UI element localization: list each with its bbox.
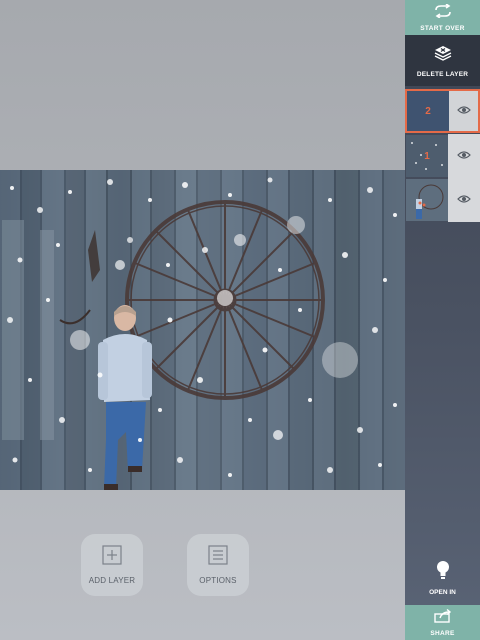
canvas-area[interactable]: ADD LAYER OPTIONS <box>0 0 405 640</box>
lightbulb-icon <box>436 560 450 585</box>
start-over-button[interactable]: START OVER <box>405 0 480 35</box>
layer-thumbnail-image <box>406 179 448 221</box>
layer-number: 1 <box>424 150 430 162</box>
layer-photo[interactable] <box>0 170 405 490</box>
layers-x-icon <box>433 44 453 67</box>
eye-icon <box>457 147 471 165</box>
open-in-button[interactable]: OPEN IN <box>405 555 480 600</box>
layer-thumbnail[interactable] <box>406 179 448 221</box>
share-arrow-icon <box>433 608 452 628</box>
eye-icon <box>456 102 471 120</box>
list-lines-icon <box>208 545 228 570</box>
barn-photo-image <box>0 170 405 490</box>
delete-layer-button[interactable]: DELETE LAYER <box>405 35 480 86</box>
layer-row-1[interactable]: 1 <box>405 134 480 178</box>
refresh-arrows-icon <box>432 2 454 23</box>
share-button[interactable]: SHARE <box>405 605 480 640</box>
open-in-label: OPEN IN <box>429 588 456 596</box>
share-label: SHARE <box>430 629 455 637</box>
layer-visibility-toggle[interactable] <box>448 178 480 222</box>
add-layer-button[interactable]: ADD LAYER <box>81 534 143 596</box>
layer-thumbnail[interactable]: 1 <box>406 135 448 177</box>
plus-square-icon <box>102 545 122 570</box>
layer-row-base[interactable] <box>405 178 480 222</box>
add-layer-label: ADD LAYER <box>88 576 136 585</box>
layer-visibility-toggle[interactable] <box>448 134 480 178</box>
layer-number: 2 <box>425 105 431 117</box>
options-label: OPTIONS <box>199 576 237 585</box>
sidebar: START OVER DELETE LAYER 2 1 OPEN IN SHAR… <box>405 0 480 640</box>
layer-visibility-toggle[interactable] <box>449 91 478 131</box>
delete-layer-label: DELETE LAYER <box>416 70 469 78</box>
start-over-label: START OVER <box>420 24 465 32</box>
options-button[interactable]: OPTIONS <box>187 534 249 596</box>
layer-row-2[interactable]: 2 <box>405 89 480 133</box>
layer-thumbnail[interactable]: 2 <box>407 91 449 131</box>
eye-icon <box>457 191 471 209</box>
